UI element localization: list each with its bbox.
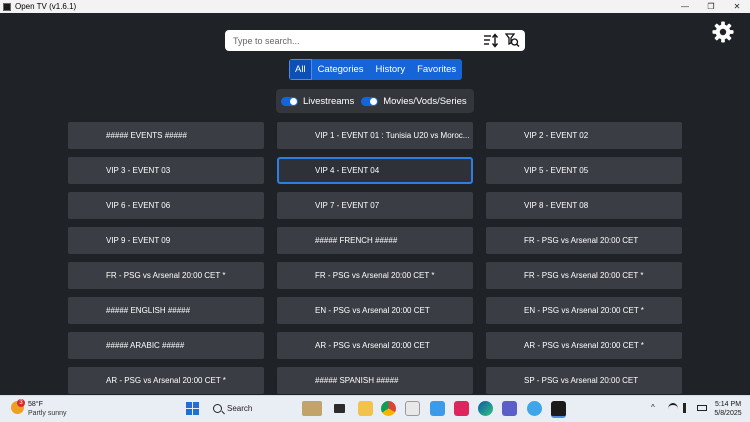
iptv-app-icon[interactable] — [454, 401, 469, 416]
channel-card[interactable]: FR - PSG vs Arsenal 20:00 CET * — [277, 262, 473, 289]
close-button[interactable]: ✕ — [724, 0, 750, 13]
channel-card[interactable]: ##### ENGLISH ##### — [68, 297, 264, 324]
channel-card[interactable]: EN - PSG vs Arsenal 20:00 CET * — [486, 297, 682, 324]
tab-history[interactable]: History — [370, 59, 412, 80]
channel-card[interactable]: VIP 6 - EVENT 06 — [68, 192, 264, 219]
filter-search-icon[interactable] — [505, 33, 520, 48]
minimize-button[interactable]: — — [672, 0, 698, 13]
tab-bar: All Categories History Favorites — [289, 59, 463, 80]
clock-date: 5/8/2025 — [714, 410, 742, 417]
livestreams-toggle-group: Livestreams — [281, 96, 354, 107]
channel-card[interactable]: VIP 2 - EVENT 02 — [486, 122, 682, 149]
channel-card[interactable]: SP - PSG vs Arsenal 20:00 CET — [486, 367, 682, 394]
window-title: Open TV (v1.6.1) — [15, 2, 77, 11]
channel-card[interactable]: VIP 4 - EVENT 04 — [277, 157, 473, 184]
volume-icon[interactable] — [683, 403, 691, 413]
settings-gear-icon[interactable] — [712, 21, 734, 43]
notification-badge: 3 — [17, 399, 25, 407]
teams-icon[interactable] — [502, 401, 517, 416]
channel-card[interactable]: AR - PSG vs Arsenal 20:00 CET * — [68, 367, 264, 394]
edge-icon[interactable] — [478, 401, 493, 416]
photos-icon[interactable] — [527, 401, 542, 416]
wifi-icon[interactable] — [668, 403, 678, 415]
channel-card[interactable]: EN - PSG vs Arsenal 20:00 CET — [277, 297, 473, 324]
search-bar — [225, 30, 525, 51]
app-main: All Categories History Favorites Livestr… — [0, 13, 750, 395]
window-controls: — ❐ ✕ — [672, 0, 750, 13]
maximize-button[interactable]: ❐ — [698, 0, 724, 13]
channel-card[interactable]: ##### EVENTS ##### — [68, 122, 264, 149]
app-icon — [3, 2, 11, 11]
taskbar: 3 58°F Partly sunny Search ^ 5:14 PM 5/8… — [0, 395, 750, 422]
channel-card[interactable]: AR - PSG vs Arsenal 20:00 CET * — [486, 332, 682, 359]
tray-chevron-up-icon[interactable]: ^ — [651, 403, 655, 412]
channel-card[interactable]: VIP 7 - EVENT 07 — [277, 192, 473, 219]
livestreams-switch[interactable] — [281, 96, 298, 106]
paint-icon[interactable] — [430, 401, 445, 416]
channel-card[interactable]: AR - PSG vs Arsenal 20:00 CET — [277, 332, 473, 359]
taskbar-search[interactable]: Search — [210, 400, 322, 418]
channel-card[interactable]: FR - PSG vs Arsenal 20:00 CET * — [486, 262, 682, 289]
channel-card[interactable]: VIP 1 - EVENT 01 : Tunisia U20 vs Moroc.… — [277, 122, 473, 149]
movies-switch[interactable] — [361, 96, 379, 106]
channel-card[interactable]: VIP 3 - EVENT 03 — [68, 157, 264, 184]
movies-label: Movies/Vods/Series — [383, 95, 467, 107]
search-input[interactable] — [231, 32, 475, 50]
livestreams-label: Livestreams — [303, 95, 355, 107]
channel-card[interactable]: VIP 5 - EVENT 05 — [486, 157, 682, 184]
title-bar: Open TV (v1.6.1) — ❐ ✕ — [0, 0, 750, 13]
chrome-icon[interactable] — [381, 401, 396, 416]
channel-card[interactable]: FR - PSG vs Arsenal 20:00 CET * — [68, 262, 264, 289]
channel-card[interactable]: ##### FRENCH ##### — [277, 227, 473, 254]
channel-card[interactable]: VIP 8 - EVENT 08 — [486, 192, 682, 219]
weather-condition: Partly sunny — [28, 410, 67, 417]
task-view-icon[interactable] — [334, 404, 345, 413]
tab-categories[interactable]: Categories — [312, 59, 370, 80]
channel-card[interactable]: ##### SPANISH ##### — [277, 367, 473, 394]
sort-icon[interactable] — [483, 33, 499, 48]
open-tv-taskbar-icon[interactable] — [551, 401, 566, 418]
channel-card[interactable]: VIP 9 - EVENT 09 — [68, 227, 264, 254]
movies-toggle-group: Movies/Vods/Series — [361, 95, 467, 107]
channel-card[interactable]: FR - PSG vs Arsenal 20:00 CET — [486, 227, 682, 254]
search-icon — [213, 404, 222, 413]
media-type-toggles: Livestreams Movies/Vods/Series — [276, 89, 474, 113]
store-icon[interactable] — [405, 401, 420, 416]
taskbar-search-label: Search — [227, 404, 253, 413]
clock-time: 5:14 PM — [714, 401, 742, 408]
clock[interactable]: 5:14 PM 5/8/2025 — [713, 400, 743, 418]
search-highlight-image — [302, 401, 322, 416]
channel-card[interactable]: ##### ARABIC ##### — [68, 332, 264, 359]
tab-all[interactable]: All — [289, 59, 312, 80]
file-explorer-icon[interactable] — [358, 401, 373, 416]
tab-favorites[interactable]: Favorites — [411, 59, 462, 80]
start-windows-icon[interactable] — [186, 402, 199, 415]
battery-icon[interactable] — [697, 405, 707, 411]
weather-temperature: 58°F — [28, 401, 43, 408]
